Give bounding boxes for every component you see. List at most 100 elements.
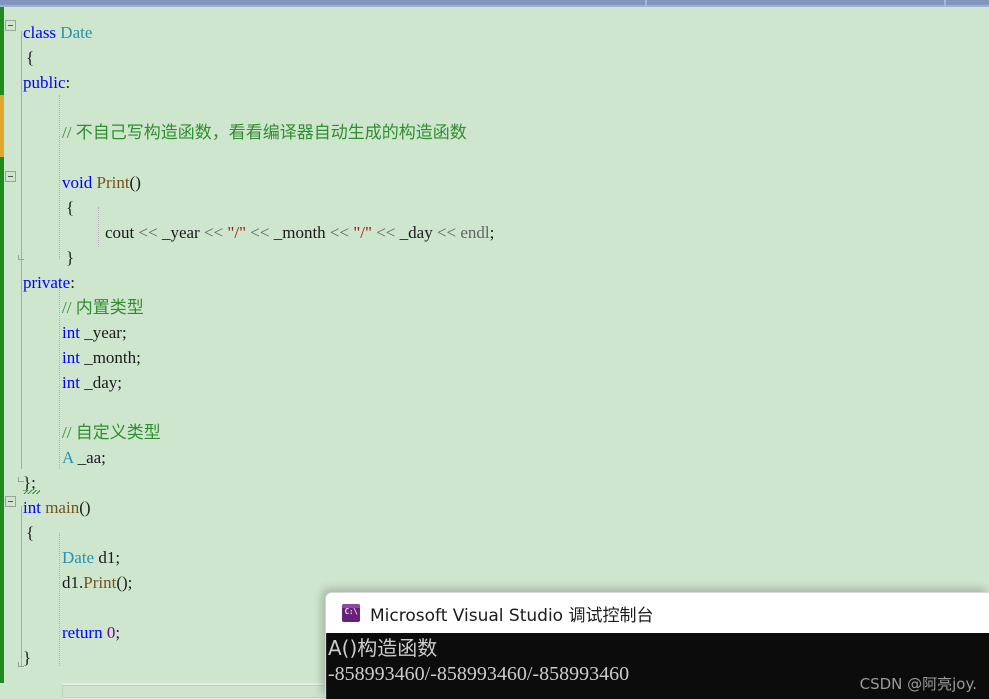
code-token: () <box>129 173 141 192</box>
console-output-line: A()构造函数 <box>328 636 438 660</box>
outline-rail-class-end <box>21 259 22 269</box>
code-line[interactable]: public: <box>23 70 70 95</box>
code-line[interactable]: cout << _year << "/" << _month << "/" <<… <box>105 220 494 245</box>
collapse-toggle-print[interactable] <box>5 171 16 182</box>
code-token: // <box>62 298 76 317</box>
console-title-text: Microsoft Visual Studio 调试控制台 <box>370 605 654 626</box>
code-token: _month; <box>79 348 141 367</box>
code-token: 不自己写构造函数，看看编译器自动生成的构造函数 <box>75 123 467 143</box>
code-editor-surface[interactable]: class Date { public: // 不自己写构造函数，看看编译器自动生成的… <box>0 7 989 683</box>
code-line[interactable]: d1.Print(); <box>62 570 132 595</box>
code-line[interactable]: Date d1; <box>62 545 120 570</box>
code-token: d1. <box>62 573 84 592</box>
code-line[interactable]: int main() <box>23 495 91 520</box>
code-token: _year <box>161 223 200 242</box>
error-squiggle <box>23 490 40 494</box>
code-line[interactable]: { <box>26 45 34 70</box>
code-token: int <box>62 348 80 367</box>
code-token: class <box>23 23 57 42</box>
code-token: } <box>23 648 32 667</box>
code-token: << <box>246 223 274 242</box>
code-token: int <box>62 323 80 342</box>
outline-cap-print <box>18 255 24 260</box>
code-token: _month <box>273 223 326 242</box>
console-title-bar[interactable]: C:\ Microsoft Visual Studio 调试控制台 <box>326 593 989 633</box>
code-token: int <box>23 498 41 517</box>
scrollbar-left-cap <box>0 683 62 699</box>
code-token: cout <box>105 223 135 242</box>
code-line[interactable]: { <box>26 520 34 545</box>
code-token: { <box>26 523 35 542</box>
code-token: (); <box>116 573 133 592</box>
collapse-toggle-class[interactable] <box>5 20 16 31</box>
code-line[interactable]: // 自定义类型 <box>62 420 161 445</box>
code-line[interactable]: } <box>66 245 74 270</box>
code-token: main <box>45 498 80 517</box>
code-line[interactable]: A _aa; <box>62 445 106 470</box>
code-token: return <box>62 623 103 642</box>
tab-separator <box>944 0 946 7</box>
code-token: << <box>199 223 228 242</box>
indent-guide <box>59 95 61 259</box>
code-token: Print <box>83 573 117 592</box>
debug-console-window[interactable]: C:\ Microsoft Visual Studio 调试控制台 A()构造函… <box>325 592 989 699</box>
collapse-toggle-main[interactable] <box>5 496 16 507</box>
code-line[interactable]: private: <box>23 270 75 295</box>
code-token: _day; <box>79 373 122 392</box>
code-line[interactable]: return 0; <box>62 620 120 645</box>
code-token: A <box>62 448 74 467</box>
code-line[interactable]: // 不自己写构造函数，看看编译器自动生成的构造函数 <box>62 120 467 145</box>
editor-tab-strip[interactable] <box>0 0 989 7</box>
code-token: Print <box>96 173 130 192</box>
code-line[interactable]: class Date <box>23 20 92 45</box>
code-token: 内置类型 <box>75 298 144 318</box>
code-token: // <box>62 123 76 142</box>
code-line[interactable]: // 内置类型 <box>62 295 144 320</box>
indent-guide <box>59 533 61 666</box>
console-output-area[interactable]: A()构造函数 -858993460/-858993460/-858993460… <box>326 633 989 699</box>
code-line[interactable]: int _month; <box>62 345 141 370</box>
code-line[interactable]: { <box>66 195 74 220</box>
code-token: { <box>66 198 75 217</box>
indent-guide <box>98 207 100 247</box>
code-token: "/" <box>227 223 247 242</box>
code-token: int <box>62 373 80 392</box>
csdn-watermark: CSDN @阿亮joy. <box>859 675 977 693</box>
outline-rail-main <box>21 506 22 666</box>
code-token: // <box>62 423 76 442</box>
console-output-line: -858993460/-858993460/-858993460 <box>328 663 630 685</box>
code-token: } <box>66 248 75 267</box>
console-app-icon: C:\ <box>342 604 360 622</box>
code-token: { <box>26 48 35 67</box>
code-token: << <box>432 223 461 242</box>
code-token: Date <box>62 548 95 567</box>
code-token: endl <box>460 223 490 242</box>
indent-guide <box>59 283 61 469</box>
code-token: << <box>134 223 162 242</box>
code-token: _aa; <box>73 448 106 467</box>
code-line[interactable]: int _year; <box>62 320 127 345</box>
outline-rail-class-lower <box>21 269 22 469</box>
change-bar-saved <box>0 157 4 683</box>
code-token: _day <box>399 223 433 242</box>
code-token: _year; <box>79 323 127 342</box>
outline-rail-class <box>21 31 22 259</box>
code-token: () <box>79 498 91 517</box>
code-token: d1; <box>94 548 121 567</box>
code-token: << <box>371 223 400 242</box>
code-token: void <box>62 173 93 192</box>
code-token: : <box>70 273 75 292</box>
code-token: Date <box>60 23 93 42</box>
code-line[interactable]: void Print() <box>62 170 141 195</box>
code-token: "/" <box>353 223 372 242</box>
tab-separator <box>645 0 647 7</box>
code-line[interactable]: } <box>23 645 31 670</box>
code-token: : <box>65 73 71 92</box>
code-token: private <box>23 273 71 292</box>
change-bar-unsaved <box>0 95 4 157</box>
code-token: << <box>325 223 354 242</box>
code-line[interactable]: int _day; <box>62 370 122 395</box>
code-token: public <box>23 73 66 92</box>
code-token: ; <box>489 223 495 242</box>
code-token: 自定义类型 <box>75 423 161 443</box>
